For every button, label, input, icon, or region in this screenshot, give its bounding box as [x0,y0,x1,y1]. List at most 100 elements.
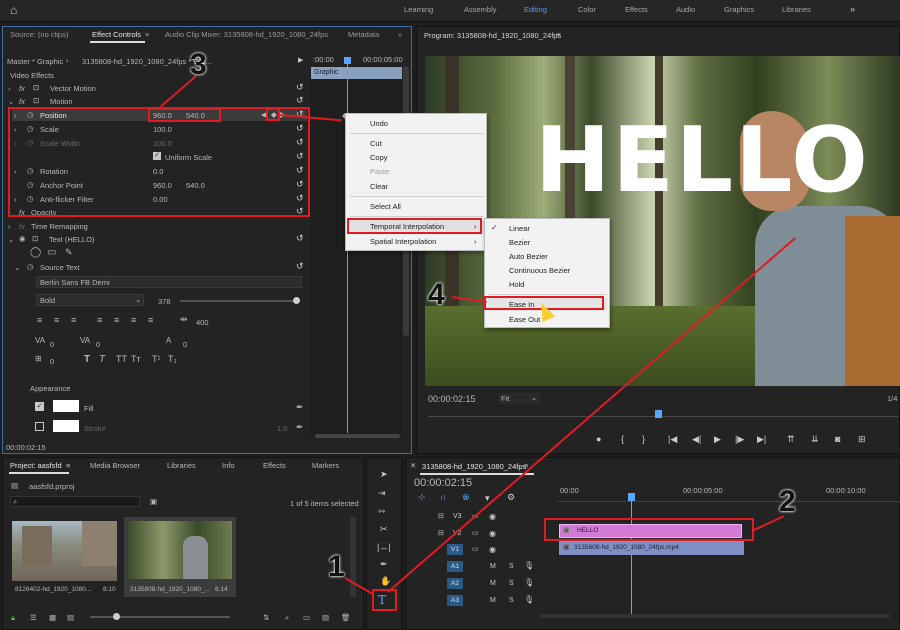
submenu-item-ease-out[interactable]: Ease Out [509,315,540,324]
expand-text-icon[interactable]: ⌄ [8,235,14,244]
menu-item-select-all[interactable]: Select All [370,202,401,211]
menu-item-clear[interactable]: Clear [370,182,388,191]
tab-media-browser[interactable]: Media Browser [90,461,140,470]
submenu-item-bezier[interactable]: Bezier [509,238,530,247]
more-tabs-icon[interactable]: » [398,30,402,39]
mute-a3-icon[interactable]: M [490,597,496,604]
mute-a1-icon[interactable]: M [490,563,496,570]
lift-icon[interactable]: ⇈ [787,435,795,444]
zoom-slider[interactable] [90,616,230,618]
ec-playhead-marker[interactable] [344,57,351,64]
eye-v1-icon[interactable]: ◉ [489,546,496,554]
out-point-icon[interactable]: } [642,435,645,444]
icon-view-icon[interactable]: ▦ [49,613,56,622]
submenu-item-auto-bezier[interactable]: Auto Bezier [509,252,548,261]
settings-icon[interactable]: ⊞ [858,435,866,444]
reset-motion-icon[interactable]: ↺ [296,95,304,106]
align-left-icon[interactable]: ≡ [37,315,42,325]
go-to-in-icon[interactable]: |◀ [668,435,677,444]
tab-effect-controls[interactable]: Effect Controls [92,30,141,39]
tracking-value[interactable]: 400 [196,318,209,327]
stopwatch-source-text-icon[interactable]: ◷ [27,262,34,271]
go-to-out-icon[interactable]: ▶| [757,435,766,444]
font-size-slider-handle[interactable] [293,297,300,304]
more-workspaces-icon[interactable]: » [850,5,855,14]
graphic-bar[interactable]: Graphic [311,67,402,79]
font-size-value[interactable]: 378 [158,297,171,306]
camera-icon[interactable]: ◙ [835,435,840,444]
expand-source-text-icon[interactable]: ⌄ [14,263,20,272]
clip-thumbnail-city[interactable] [12,521,117,581]
align-center-icon[interactable]: ≡ [54,315,59,325]
step-back-icon[interactable]: ◀| [692,435,701,444]
mic-a3-icon[interactable]: 🎙︎ [524,596,534,604]
justify-center-icon[interactable]: ≡ [114,315,119,325]
submenu-item-continuous-bezier[interactable]: Continuous Bezier [509,266,570,275]
workspace-assembly[interactable]: Assembly [464,5,497,14]
trash-icon[interactable]: 🗑︎ [341,613,351,622]
expand-time-remap-icon[interactable]: › [8,222,11,231]
fill-checkbox[interactable]: ✓ [35,402,44,411]
small-caps-icon[interactable]: Tт [131,354,141,364]
stroke-color-swatch[interactable] [53,420,79,432]
sort-icon[interactable]: ⇅ [263,613,269,622]
wrench-icon[interactable]: ⚙ [507,493,515,502]
stroke-eyedropper-icon[interactable]: ✒ [296,422,304,433]
ripple-edit-tool-icon[interactable]: ⇿ [378,507,386,516]
expand-motion-icon[interactable]: ⌄ [8,97,14,106]
eye-v2-icon[interactable]: ◉ [489,530,496,538]
workspace-audio[interactable]: Audio [676,5,695,14]
visibility-eye-icon[interactable]: ◉ [19,234,26,243]
menu-item-spatial-interpolation[interactable]: Spatial Interpolation [370,237,436,246]
program-playhead[interactable] [655,410,662,418]
leading-value[interactable]: 0 [96,340,100,349]
track-a1-target[interactable]: A1 [447,561,463,572]
pen-mask-icon[interactable]: ✎ [65,247,73,258]
track-a2-target[interactable]: A2 [447,578,463,589]
toggle-sync-lock-icon[interactable]: ⊟ [438,513,444,520]
timeline-ruler[interactable] [558,498,900,502]
master-dropdown-icon[interactable]: › [66,56,69,65]
justify-icon[interactable]: ≡ [97,315,102,325]
workspace-learning[interactable]: Learning [404,5,433,14]
timeline-hscroll[interactable] [540,614,890,618]
project-menu-icon[interactable]: ≡ [66,461,70,470]
linked-selection-icon[interactable]: ⊗ [462,493,470,502]
menu-icon[interactable]: ≡ [145,30,149,39]
faux-italic-icon[interactable]: T [99,354,105,365]
program-timecode[interactable]: 00:00:02:15 [428,394,476,404]
mic-a2-icon[interactable]: 🎙︎ [524,579,534,587]
fx-vector-motion-icon[interactable]: fx [19,84,25,93]
track-select-tool-icon[interactable]: ⇥ [378,489,386,498]
kerning-value[interactable]: 0 [50,340,54,349]
tab-audio-clip-mixer[interactable]: Audio Clip Mixer: 3135808-hd_1920_1080_2… [165,30,328,39]
align-right-icon[interactable]: ≡ [71,315,76,325]
project-search-input[interactable] [10,496,140,507]
submenu-item-linear[interactable]: Linear [509,224,530,233]
play-only-icon[interactable]: ▶ [298,57,303,64]
eye-v3-icon[interactable]: ◉ [489,513,496,521]
find-icon[interactable]: ⌕ [285,613,289,623]
solo-a3-icon[interactable]: S [509,597,514,604]
justify-all-icon[interactable]: ≡ [148,315,153,325]
ec-zoom-bar[interactable] [315,434,400,438]
tab-source[interactable]: Source: (no clips) [10,30,68,39]
tab-info[interactable]: Info [222,461,235,470]
menu-item-copy[interactable]: Copy [370,153,388,162]
expand-vector-motion-icon[interactable]: › [8,84,11,93]
nest-icon[interactable]: ⊹ [418,493,426,502]
fill-eyedropper-icon[interactable]: ✒ [296,402,304,413]
tsume-value[interactable]: 0 [50,357,54,366]
track-v1-target[interactable]: V1 [447,544,463,555]
rectangle-mask-icon[interactable]: ▭ [47,247,56,258]
justify-right-icon[interactable]: ≡ [131,315,136,325]
freeform-view-icon[interactable]: ▤ [67,613,74,622]
workspace-libraries[interactable]: Libraries [782,5,811,14]
subscript-icon[interactable]: T₁ [168,354,177,364]
close-timeline-icon[interactable]: ✕ [410,461,416,470]
selection-tool-icon[interactable]: ➤ [380,470,388,479]
mute-a2-icon[interactable]: M [490,580,496,587]
fill-color-swatch[interactable] [53,400,79,412]
menu-item-cut[interactable]: Cut [370,139,382,148]
workspace-effects[interactable]: Effects [625,5,648,14]
